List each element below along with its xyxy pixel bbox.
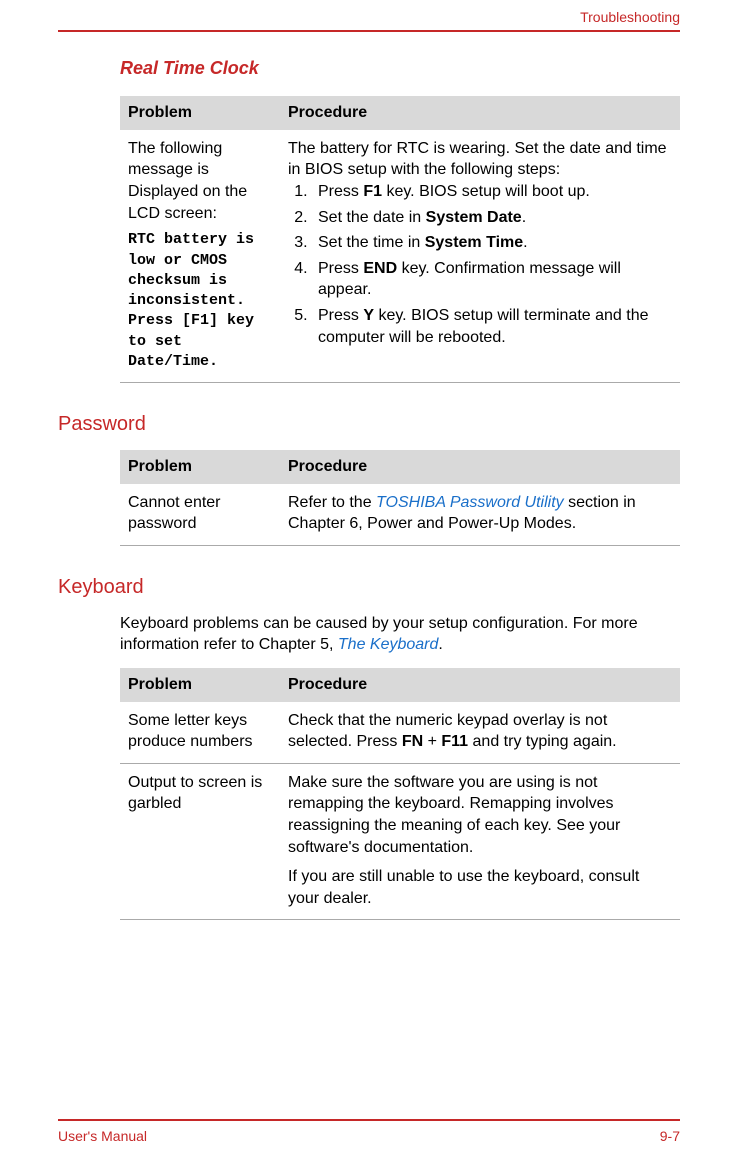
footer-page-number: 9-7: [660, 1127, 680, 1146]
th-procedure: Procedure: [280, 450, 680, 484]
key-f1: F1: [363, 183, 382, 200]
th-problem: Problem: [120, 96, 280, 130]
text: .: [523, 234, 527, 251]
text: Set the time in: [318, 234, 425, 251]
key-y: Y: [363, 307, 374, 324]
rtc-problem-message: RTC battery is low or CMOS checksum is i…: [128, 230, 272, 372]
rtc-steps: Press F1 key. BIOS setup will boot up. S…: [288, 181, 672, 348]
section-title-rtc: Real Time Clock: [120, 56, 680, 80]
table-header-row: Problem Procedure: [120, 450, 680, 484]
table-row: Output to screen is garbled Make sure th…: [120, 763, 680, 920]
rtc-step-2: Set the date in System Date.: [312, 207, 672, 229]
rtc-problem-cell: The following message is Displayed on th…: [120, 130, 280, 383]
kb1-procedure: Check that the numeric keypad overlay is…: [280, 702, 680, 764]
rtc-procedure-cell: The battery for RTC is wearing. Set the …: [280, 130, 680, 383]
password-table: Problem Procedure Cannot enter password …: [120, 450, 680, 546]
kb2-problem: Output to screen is garbled: [120, 763, 280, 920]
text: Set the date in: [318, 209, 426, 226]
footer-manual-label: User's Manual: [58, 1127, 147, 1146]
header-breadcrumb: Troubleshooting: [580, 8, 680, 27]
text: Press: [318, 307, 363, 324]
text: +: [423, 733, 441, 750]
page-content: Real Time Clock Problem Procedure The fo…: [58, 48, 680, 1102]
pw-procedure: Refer to the TOSHIBA Password Utility se…: [280, 484, 680, 546]
th-problem: Problem: [120, 450, 280, 484]
key-f11: F11: [441, 733, 468, 750]
text: and try typing again.: [468, 733, 617, 750]
text: .: [438, 636, 442, 653]
text: .: [522, 209, 526, 226]
th-problem: Problem: [120, 668, 280, 702]
rtc-table: Problem Procedure The following message …: [120, 96, 680, 383]
table-header-row: Problem Procedure: [120, 96, 680, 130]
section-title-keyboard: Keyboard: [58, 574, 680, 601]
keyboard-intro: Keyboard problems can be caused by your …: [120, 613, 680, 656]
text: key. BIOS setup will boot up.: [382, 183, 590, 200]
footer-rule: [58, 1119, 680, 1121]
table-row: The following message is Displayed on th…: [120, 130, 680, 383]
rtc-problem-intro: The following message is Displayed on th…: [128, 138, 272, 224]
th-procedure: Procedure: [280, 668, 680, 702]
rtc-procedure-intro: The battery for RTC is wearing. Set the …: [288, 138, 672, 181]
rtc-step-5: Press Y key. BIOS setup will terminate a…: [312, 305, 672, 348]
key-end: END: [363, 260, 397, 277]
link-the-keyboard[interactable]: The Keyboard: [338, 636, 439, 653]
page-footer: User's Manual 9-7: [58, 1119, 680, 1146]
text: Press: [318, 260, 363, 277]
section-title-password: Password: [58, 411, 680, 438]
header-rule: [58, 30, 680, 32]
table-row: Some letter keys produce numbers Check t…: [120, 702, 680, 764]
text: Press: [318, 183, 363, 200]
keyboard-table: Problem Procedure Some letter keys produ…: [120, 668, 680, 920]
system-date: System Date: [426, 209, 522, 226]
th-procedure: Procedure: [280, 96, 680, 130]
link-toshiba-password-utility[interactable]: TOSHIBA Password Utility: [376, 494, 564, 511]
system-time: System Time: [425, 234, 523, 251]
kb2-procedure: Make sure the software you are using is …: [280, 763, 680, 920]
table-header-row: Problem Procedure: [120, 668, 680, 702]
key-fn: FN: [402, 733, 423, 750]
pw-problem: Cannot enter password: [120, 484, 280, 546]
kb2-p2: If you are still unable to use the keybo…: [288, 866, 672, 909]
rtc-step-1: Press F1 key. BIOS setup will boot up.: [312, 181, 672, 203]
text: Refer to the: [288, 494, 376, 511]
rtc-step-4: Press END key. Confirmation message will…: [312, 258, 672, 301]
kb2-p1: Make sure the software you are using is …: [288, 772, 672, 858]
table-row: Cannot enter password Refer to the TOSHI…: [120, 484, 680, 546]
rtc-step-3: Set the time in System Time.: [312, 232, 672, 254]
kb1-problem: Some letter keys produce numbers: [120, 702, 280, 764]
